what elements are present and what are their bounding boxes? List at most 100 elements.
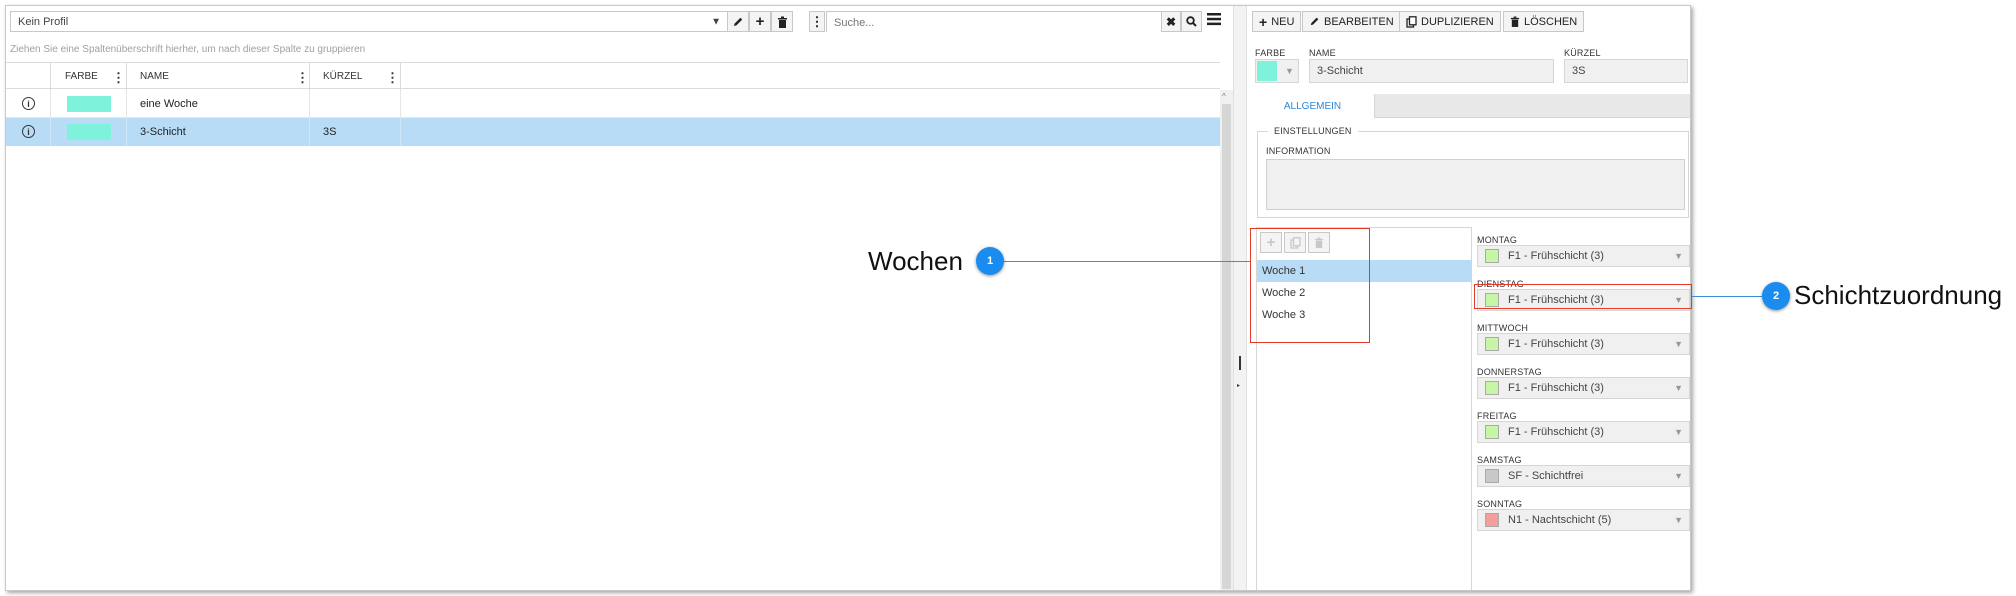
table-row-selected[interactable]: i 3-Schicht 3S: [6, 118, 1220, 146]
column-header-name[interactable]: NAME: [140, 63, 260, 90]
day-label-donnerstag: DONNERSTAG: [1477, 367, 1542, 377]
info-icon[interactable]: i: [22, 97, 35, 110]
clear-search-button[interactable]: ✖: [1161, 11, 1181, 32]
chevron-down-icon: ▼: [1674, 383, 1683, 393]
name-label: NAME: [1309, 48, 1336, 58]
tab-bar: ALLGEMEIN: [1251, 94, 1690, 118]
chevron-down-icon: ▼: [711, 16, 721, 27]
callout-badge-2: 2: [1762, 282, 1790, 310]
plus-icon: +: [1259, 13, 1268, 30]
pencil-icon: [1310, 17, 1319, 26]
close-icon: ✖: [1165, 14, 1177, 29]
cell-kuerzel: 3S: [323, 126, 337, 138]
hamburger-icon: [1207, 13, 1221, 26]
shift-select-montag[interactable]: F1 - Frühschicht (3) ▼: [1477, 245, 1690, 267]
highlight-box-weeks: [1250, 228, 1370, 343]
shift-select-value: F1 - Frühschicht (3): [1508, 338, 1604, 350]
shift-select-mittwoch[interactable]: F1 - Frühschicht (3) ▼: [1477, 333, 1690, 355]
search-button[interactable]: [1181, 11, 1202, 32]
delete-button-label: LÖSCHEN: [1524, 15, 1578, 28]
table-header: FARBE ⋮ NAME ⋮ KÜRZEL ⋮: [6, 62, 1220, 90]
cell-name: eine Woche: [140, 98, 198, 110]
splitter-arrow-icon[interactable]: ▸: [1237, 382, 1240, 389]
new-button[interactable]: + NEU: [1252, 11, 1302, 32]
group-panel-hint[interactable]: Ziehen Sie eine Spaltenüberschrift hierh…: [10, 44, 1210, 55]
callout-label-schichtzuordnung: Schichtzuordnung: [1794, 280, 2003, 310]
scrollbar-thumb[interactable]: [1222, 104, 1231, 589]
chevron-down-icon: ▼: [1674, 427, 1683, 437]
plus-icon: +: [755, 13, 765, 30]
copy-icon: [1406, 15, 1417, 28]
color-picker[interactable]: ▼: [1255, 59, 1299, 83]
duplicate-button[interactable]: DUPLIZIEREN: [1399, 11, 1501, 32]
table-row[interactable]: i eine Woche: [6, 90, 1220, 118]
profile-select[interactable]: Kein Profil ▼: [10, 11, 728, 32]
delete-button[interactable]: LÖSCHEN: [1503, 11, 1585, 32]
chevron-down-icon: ▼: [1674, 251, 1683, 261]
settings-fieldset: EINSTELLUNGEN INFORMATION: [1257, 126, 1689, 218]
color-picker-swatch: [1257, 61, 1277, 81]
day-label-montag: MONTAG: [1477, 235, 1518, 245]
chevron-down-icon: ▼: [1674, 339, 1683, 349]
callout-line-2: [1692, 296, 1762, 297]
tab-allgemein-label: ALLGEMEIN: [1283, 100, 1342, 112]
callout-line-1: [1003, 261, 1250, 262]
information-label: INFORMATION: [1266, 146, 1331, 156]
callout-label-wochen: Wochen: [868, 246, 963, 276]
information-textarea[interactable]: [1266, 159, 1685, 210]
vertical-scrollbar[interactable]: ^: [1220, 90, 1233, 590]
callout-badge-1: 1: [976, 247, 1004, 275]
hamburger-menu-button[interactable]: [1206, 12, 1226, 31]
shift-color-swatch: [1485, 469, 1499, 483]
shift-select-value: SF - Schichtfrei: [1508, 470, 1584, 482]
shift-color-swatch: [1485, 513, 1499, 527]
info-icon[interactable]: i: [22, 125, 35, 138]
shift-select-value: F1 - Frühschicht (3): [1508, 250, 1604, 262]
column-menu-name[interactable]: ⋮: [296, 70, 309, 86]
profile-select-value: Kein Profil: [18, 15, 69, 28]
day-label-mittwoch: MITTWOCH: [1477, 323, 1529, 333]
delete-profile-button[interactable]: [771, 11, 793, 32]
column-label-farbe: FARBE: [65, 71, 98, 82]
shift-select-freitag[interactable]: F1 - Frühschicht (3) ▼: [1477, 421, 1690, 443]
edit-button[interactable]: BEARBEITEN: [1302, 11, 1401, 32]
shift-select-value: F1 - Frühschicht (3): [1508, 382, 1604, 394]
shift-select-donnerstag[interactable]: F1 - Frühschicht (3) ▼: [1477, 377, 1690, 399]
farbe-label: FARBE: [1255, 48, 1286, 58]
shift-color-swatch: [1485, 381, 1499, 395]
column-menu-farbe[interactable]: ⋮: [112, 70, 125, 86]
panel-splitter[interactable]: ▸: [1233, 6, 1247, 590]
column-header-kuerzel[interactable]: KÜRZEL: [323, 63, 383, 90]
name-field[interactable]: 3-Schicht: [1309, 59, 1554, 83]
shift-select-value: N1 - Nachtschicht (5): [1508, 514, 1612, 526]
pencil-icon: [734, 17, 743, 26]
grid-options-button[interactable]: ⋮: [809, 11, 825, 32]
column-label-kuerzel: KÜRZEL: [323, 71, 363, 82]
column-label-name: NAME: [140, 71, 169, 82]
kebab-menu-icon: ⋮: [810, 13, 824, 29]
day-label-freitag: FREITAG: [1477, 411, 1517, 421]
shift-select-sonntag[interactable]: N1 - Nachtschicht (5) ▼: [1477, 509, 1690, 531]
edit-button-label: BEARBEITEN: [1324, 15, 1394, 28]
add-profile-button[interactable]: +: [749, 11, 771, 32]
chevron-down-icon: ▼: [1285, 66, 1294, 76]
search-icon: [1186, 16, 1197, 27]
days-panel: MONTAG F1 - Frühschicht (3) ▼ DIENSTAG F…: [1477, 227, 1690, 537]
app-window: Kein Profil ▼ + ⋮ ✖ Ziehen Sie eine Spal…: [5, 5, 1691, 591]
day-label-sonntag: SONNTAG: [1477, 499, 1523, 509]
trash-icon: [777, 16, 787, 28]
shift-select-value: F1 - Frühschicht (3): [1508, 426, 1604, 438]
day-label-samstag: SAMSTAG: [1477, 455, 1522, 465]
shift-select-samstag[interactable]: SF - Schichtfrei ▼: [1477, 465, 1690, 487]
search-input[interactable]: [827, 12, 1166, 33]
scroll-up-icon[interactable]: ^: [1222, 92, 1226, 101]
edit-profile-button[interactable]: [727, 11, 749, 32]
kuerzel-field[interactable]: 3S: [1564, 59, 1688, 83]
kuerzel-label: KÜRZEL: [1564, 48, 1601, 58]
chevron-down-icon: ▼: [1674, 515, 1683, 525]
duplicate-button-label: DUPLIZIEREN: [1421, 15, 1494, 28]
splitter-handle[interactable]: [1239, 356, 1241, 370]
tab-allgemein[interactable]: ALLGEMEIN: [1251, 94, 1375, 118]
highlight-box-shift-assignment: [1474, 284, 1692, 309]
column-menu-kuerzel[interactable]: ⋮: [386, 70, 399, 86]
